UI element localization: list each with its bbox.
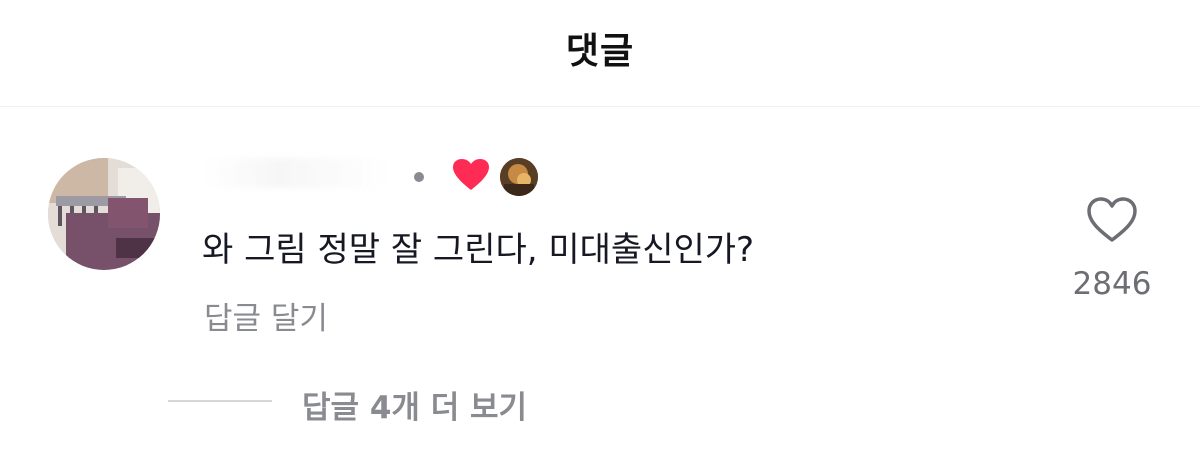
comments-header: 댓글 (0, 0, 1200, 107)
reply-button[interactable]: 답글 달기 (204, 293, 328, 338)
red-heart-icon (453, 159, 489, 190)
comment-text: 와 그림 정말 잘 그린다, 미대출신인가? (202, 230, 755, 270)
page-title: 댓글 (565, 31, 635, 72)
view-replies-label[interactable]: 답글 4개 더 보기 (302, 382, 527, 427)
heart-outline-icon[interactable] (1086, 196, 1138, 244)
divider-line (168, 400, 272, 402)
username-redacted[interactable] (202, 152, 392, 192)
creator-avatar (500, 158, 538, 196)
avatar-image (48, 158, 160, 270)
like-count: 2846 (1072, 266, 1152, 302)
creator-avatar-image (500, 158, 538, 196)
comment-like: 2846 (1060, 196, 1164, 316)
commenter-avatar[interactable] (48, 158, 160, 270)
separator-dot (414, 172, 424, 182)
redaction-blur (202, 158, 392, 188)
